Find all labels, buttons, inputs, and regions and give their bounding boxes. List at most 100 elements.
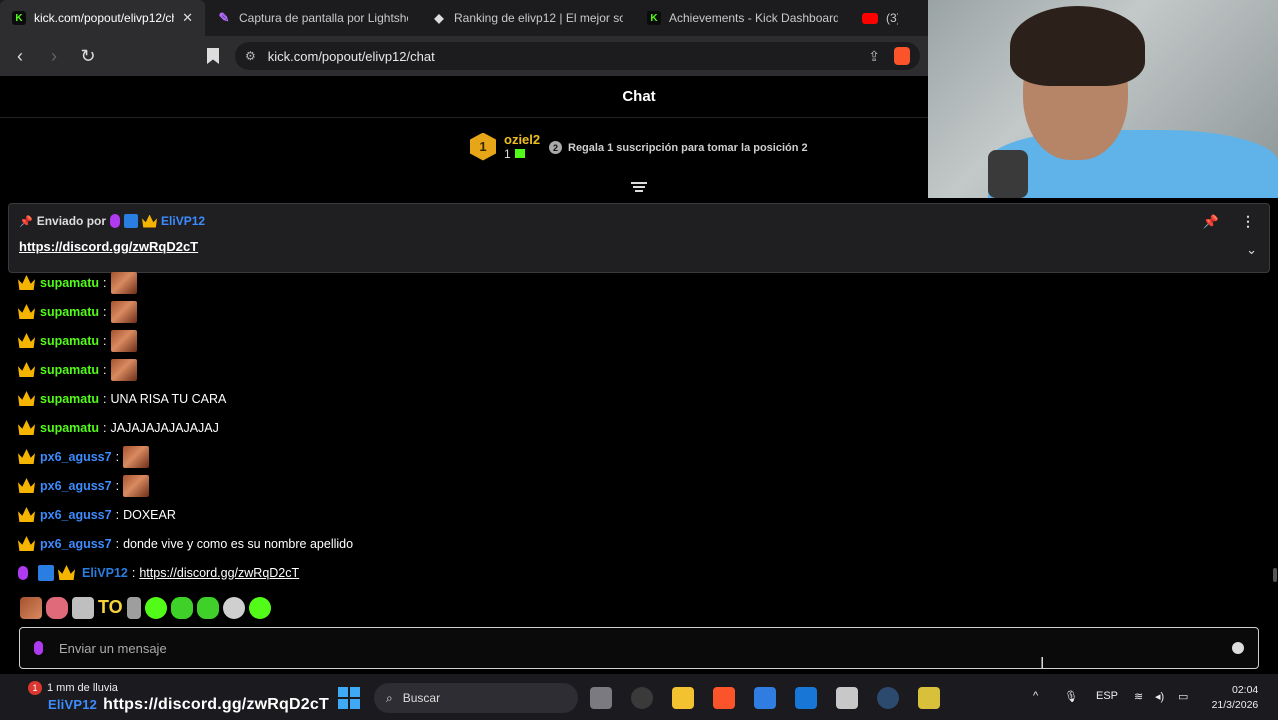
stream-overlay-text: EliVP12 https://discord.gg/zwRqD2cT: [48, 696, 329, 714]
moderator-badge-icon: [124, 214, 139, 228]
steam-icon[interactable]: [877, 687, 899, 709]
message-input[interactable]: Enviar un mensaje: [19, 627, 1259, 669]
webcam-overlay: [928, 0, 1278, 198]
mic-badge-icon: [18, 565, 28, 580]
emote-rocket-icon[interactable]: [46, 597, 68, 619]
microsoft-store-icon[interactable]: [754, 687, 776, 709]
close-icon[interactable]: ✕: [182, 10, 193, 26]
tab-achievements[interactable]: K Achievements - Kick Dashboard: [635, 0, 850, 36]
more-options-icon[interactable]: ⋮: [1241, 213, 1255, 230]
chat-message: supamatu:: [18, 297, 1268, 326]
emote-green-face-icon[interactable]: [144, 597, 167, 619]
file-explorer-icon[interactable]: [672, 687, 694, 709]
message-text: donde vive y como es su nombre apellido: [123, 536, 354, 551]
emote-green-mask-icon[interactable]: [222, 597, 245, 619]
tab-ranking[interactable]: ◆ Ranking de elivp12 | El mejor softw: [420, 0, 635, 36]
chevron-up-icon[interactable]: ^: [1033, 690, 1038, 702]
game-icon[interactable]: [918, 687, 940, 709]
rank-medal-icon: 1: [470, 132, 496, 161]
message-text: JAJAJAJAJAJAJAJ: [110, 420, 219, 435]
message-link[interactable]: https://discord.gg/zwRqD2cT: [139, 566, 299, 580]
crown-badge-icon: [18, 333, 35, 348]
slot2-text: Regala 1 suscripción para tomar la posic…: [568, 141, 808, 154]
chat-message: supamatu: JAJAJAJAJAJAJAJ: [18, 413, 1268, 442]
outlook-icon[interactable]: [795, 687, 817, 709]
reload-icon[interactable]: ↻: [74, 42, 102, 70]
message-username[interactable]: EliVP12: [82, 566, 128, 580]
app-icon[interactable]: [836, 687, 858, 709]
text-cursor-icon: I: [1040, 655, 1045, 672]
pinned-message: 📌 Enviado por EliVP12 https://discord.gg…: [8, 203, 1270, 273]
microphone-tray-icon[interactable]: 🎙: [1064, 690, 1078, 703]
message-username[interactable]: supamatu: [40, 305, 99, 319]
emote-green-blob-icon[interactable]: [170, 597, 193, 619]
crown-badge-icon: [18, 304, 35, 319]
site-settings-icon[interactable]: ⚙: [245, 49, 256, 63]
forward-icon[interactable]: ›: [40, 42, 68, 70]
share-icon[interactable]: ⇪: [868, 48, 880, 65]
pinned-link[interactable]: https://discord.gg/zwRqD2cT: [19, 239, 198, 254]
back-icon[interactable]: ‹: [6, 42, 34, 70]
webcam-hair: [1010, 6, 1145, 86]
crown-badge-icon: [18, 362, 35, 377]
bookmark-icon[interactable]: [207, 48, 219, 64]
brave-browser-icon[interactable]: [713, 687, 735, 709]
scrollbar[interactable]: [1273, 568, 1277, 582]
emote-sword-icon[interactable]: [126, 597, 141, 619]
taskbar-search[interactable]: ⌕ Buscar: [374, 683, 578, 713]
tab-youtube[interactable]: (3) ¿C: [850, 0, 910, 36]
obs-icon[interactable]: [631, 687, 653, 709]
message-username[interactable]: supamatu: [40, 392, 99, 406]
weather-widget[interactable]: 1 mm de lluvia: [47, 682, 118, 694]
message-username[interactable]: supamatu: [40, 421, 99, 435]
url-field[interactable]: ⚙ kick.com/popout/elivp12/chat ⇪: [235, 42, 920, 70]
emote-cat-icon[interactable]: [72, 597, 94, 619]
emoji-picker-icon[interactable]: [1232, 642, 1244, 654]
crown-badge-icon: [18, 536, 35, 551]
pinned-user[interactable]: EliVP12: [161, 214, 205, 228]
emote-image: [123, 445, 150, 468]
clock-time: 02:04: [1232, 684, 1259, 696]
windows-start-icon[interactable]: [338, 687, 360, 709]
emote-image: [110, 358, 137, 381]
chat-message: px6_aguss7: donde vive y como es su nomb…: [18, 529, 1268, 558]
task-view-icon[interactable]: [590, 687, 612, 709]
language-indicator[interactable]: ESP: [1096, 690, 1118, 702]
collapse-leaderboard-icon[interactable]: [631, 182, 647, 194]
tab-kick-chat[interactable]: K kick.com/popout/elivp12/chat ✕: [0, 0, 205, 36]
message-username[interactable]: px6_aguss7: [40, 508, 112, 522]
chat-message: supamatu: UNA RISA TU CARA: [18, 384, 1268, 413]
emote-to-icon[interactable]: TO: [98, 597, 123, 619]
emote-face-icon[interactable]: [20, 597, 42, 619]
emote-green-smile-icon[interactable]: [248, 597, 271, 619]
emote-green-robot-icon[interactable]: [196, 597, 219, 619]
crown-badge-icon: [18, 507, 35, 522]
message-username[interactable]: supamatu: [40, 363, 99, 377]
chat-title: Chat: [622, 88, 656, 105]
chat-message: supamatu:: [18, 326, 1268, 355]
battery-icon[interactable]: ▭: [1178, 690, 1188, 703]
message-username[interactable]: supamatu: [40, 334, 99, 348]
crown-badge-icon: [18, 275, 35, 290]
weather-badge: 1: [28, 681, 42, 695]
mic-icon[interactable]: [34, 641, 43, 655]
message-username[interactable]: px6_aguss7: [40, 450, 112, 464]
message-username[interactable]: px6_aguss7: [40, 479, 112, 493]
system-clock[interactable]: 02:04 21/3/2026: [1207, 683, 1259, 713]
tab-title: (3) ¿C: [886, 11, 898, 25]
wifi-icon[interactable]: ≋: [1134, 690, 1143, 703]
volume-icon[interactable]: ◂): [1155, 690, 1164, 703]
ranking-icon: ◆: [434, 11, 444, 25]
gift-leaderboard-first[interactable]: 1 oziel2 1: [470, 132, 540, 161]
brave-shield-icon[interactable]: [894, 47, 910, 65]
message-text: UNA RISA TU CARA: [110, 391, 227, 406]
leader-name: oziel2: [504, 132, 541, 147]
tab-lightshot[interactable]: ✎ Captura de pantalla por Lightshot: [205, 0, 420, 36]
message-username[interactable]: px6_aguss7: [40, 537, 112, 551]
chevron-down-icon[interactable]: ⌄: [1246, 242, 1257, 258]
gift-leaderboard-second[interactable]: 2 Regala 1 suscripción para tomar la pos…: [549, 141, 808, 154]
crown-badge-icon: [142, 214, 158, 228]
overlay-link: https://discord.gg/zwRqD2cT: [103, 696, 329, 713]
unpin-icon[interactable]: 📌: [1203, 214, 1219, 230]
message-username[interactable]: supamatu: [40, 276, 99, 290]
